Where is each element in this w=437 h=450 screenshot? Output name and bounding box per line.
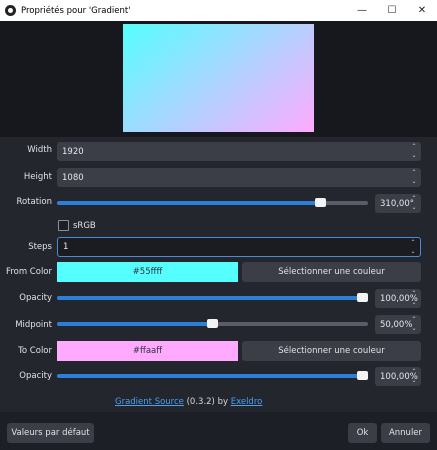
opacity-to-input[interactable]: 100,00% ⌃ ⌄ — [375, 367, 421, 386]
opacity-to-label: Opacity — [19, 371, 52, 381]
chevron-up-icon[interactable]: ⌃ — [410, 240, 415, 246]
opacity-to-spin-arrows[interactable]: ⌃ ⌄ — [410, 369, 418, 384]
window-title: Propriétés pour 'Gradient' — [21, 5, 131, 16]
chevron-up-icon[interactable]: ⌃ — [411, 144, 416, 150]
plugin-credits: Gradient Source (0.3.2) by Exeldro — [115, 397, 262, 407]
chevron-up-icon[interactable]: ⌃ — [411, 317, 416, 323]
rotation-input[interactable]: 310,00° ⌃ ⌄ — [375, 194, 421, 213]
midpoint-label: Midpoint — [15, 320, 52, 330]
chevron-down-icon[interactable]: ⌄ — [411, 300, 416, 306]
rotation-slider-handle[interactable] — [315, 198, 326, 207]
opacity-from-input[interactable]: 100,00% ⌃ ⌄ — [375, 289, 421, 308]
from-color-select-button[interactable]: Sélectionner une couleur — [242, 262, 421, 282]
to-color-hex: #ffaaff — [132, 346, 163, 356]
height-spin-arrows[interactable]: ⌃ ⌄ — [410, 170, 418, 185]
height-input[interactable]: 1080 ⌃ ⌄ — [57, 168, 421, 187]
close-button[interactable]: ✕ — [407, 0, 437, 21]
version-text: (0.3.2) by — [183, 397, 231, 407]
from-color-label: From Color — [6, 267, 52, 277]
steps-input[interactable]: 1 ⌃ ⌄ — [57, 237, 421, 257]
steps-value: 1 — [63, 242, 69, 252]
gradient-preview — [123, 24, 314, 132]
to-color-label: To Color — [18, 346, 52, 356]
dialog-button-bar: Valeurs par défaut Ok Annuler — [0, 412, 437, 450]
opacity-from-label: Opacity — [19, 293, 52, 303]
rotation-label: Rotation — [16, 197, 52, 207]
from-color-hex: #55ffff — [132, 267, 163, 277]
opacity-to-slider-handle[interactable] — [357, 371, 368, 380]
rotation-slider[interactable] — [57, 198, 368, 207]
width-label: Width — [27, 145, 52, 155]
chevron-up-icon[interactable]: ⌃ — [411, 369, 416, 375]
midpoint-input[interactable]: 50,00% ⌃ ⌄ — [375, 315, 421, 334]
author-link[interactable]: Exeldro — [231, 397, 263, 407]
title-bar: Propriétés pour 'Gradient' — ☐ ✕ — [0, 0, 437, 21]
chevron-down-icon[interactable]: ⌄ — [411, 378, 416, 384]
chevron-up-icon[interactable]: ⌃ — [411, 170, 416, 176]
chevron-down-icon[interactable]: ⌄ — [410, 249, 415, 255]
ok-button[interactable]: Ok — [348, 423, 377, 443]
defaults-button[interactable]: Valeurs par défaut — [7, 423, 94, 443]
width-value: 1920 — [62, 146, 84, 157]
opacity-from-slider-handle[interactable] — [357, 293, 368, 302]
opacity-from-slider[interactable] — [57, 293, 368, 302]
preview-area — [0, 21, 437, 137]
cancel-button[interactable]: Annuler — [381, 423, 430, 443]
maximize-button[interactable]: ☐ — [377, 0, 407, 21]
rotation-value: 310,00° — [380, 198, 414, 209]
steps-label: Steps — [28, 242, 52, 252]
midpoint-spin-arrows[interactable]: ⌃ ⌄ — [410, 317, 418, 332]
midpoint-slider[interactable] — [57, 319, 368, 328]
to-color-swatch: #ffaaff — [57, 341, 238, 361]
steps-spin-arrows[interactable]: ⌃ ⌄ — [409, 240, 417, 255]
rotation-spin-arrows[interactable]: ⌃ ⌄ — [410, 196, 418, 211]
minimize-button[interactable]: — — [347, 0, 377, 21]
gradient-source-link[interactable]: Gradient Source — [115, 397, 184, 407]
chevron-down-icon[interactable]: ⌄ — [411, 179, 416, 185]
opacity-from-slider-fill — [57, 296, 363, 300]
chevron-down-icon[interactable]: ⌄ — [411, 153, 416, 159]
chevron-down-icon[interactable]: ⌄ — [411, 326, 416, 332]
midpoint-value: 50,00% — [380, 319, 413, 330]
opacity-to-slider[interactable] — [57, 371, 368, 380]
chevron-up-icon[interactable]: ⌃ — [411, 291, 416, 297]
chevron-up-icon[interactable]: ⌃ — [411, 196, 416, 202]
srgb-checkbox[interactable] — [58, 220, 69, 231]
width-input[interactable]: 1920 ⌃ ⌄ — [57, 142, 421, 161]
midpoint-slider-handle[interactable] — [207, 319, 218, 328]
obs-logo-icon — [5, 5, 16, 16]
chevron-down-icon[interactable]: ⌄ — [411, 205, 416, 211]
opacity-from-spin-arrows[interactable]: ⌃ ⌄ — [410, 291, 418, 306]
width-spin-arrows[interactable]: ⌃ ⌄ — [410, 144, 418, 159]
to-color-select-button[interactable]: Sélectionner une couleur — [242, 341, 421, 361]
height-value: 1080 — [62, 172, 84, 183]
midpoint-slider-fill — [57, 322, 213, 326]
from-color-swatch: #55ffff — [57, 262, 238, 282]
srgb-label: sRGB — [73, 221, 96, 231]
opacity-to-slider-fill — [57, 374, 363, 378]
height-label: Height — [23, 172, 52, 182]
rotation-slider-fill — [57, 201, 321, 205]
